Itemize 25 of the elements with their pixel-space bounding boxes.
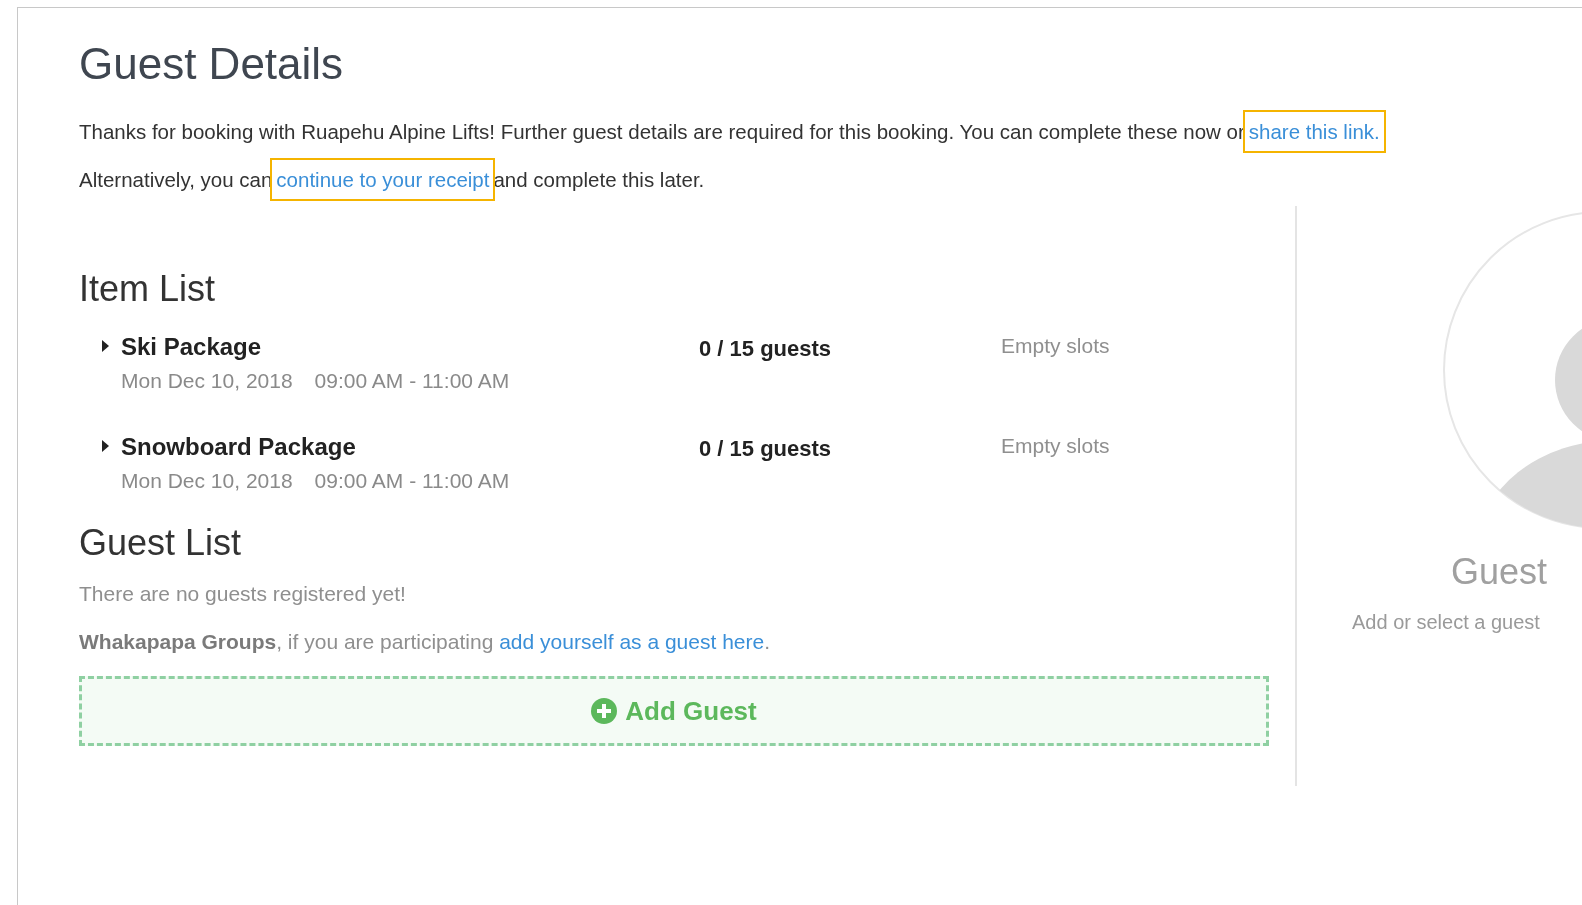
intro-paragraph: Thanks for booking with Ruapehu Alpine Lifts! Further guest details are required for this booking. You can complete these now or share this link. xyxy=(79,108,1582,156)
guest-count: 0 / 15 guests xyxy=(699,435,833,463)
caret-right-icon[interactable] xyxy=(101,440,110,452)
item-name[interactable]: Ski Package xyxy=(121,330,699,364)
page-title: Guest Details xyxy=(79,38,345,90)
slot-status: Empty slots xyxy=(1001,433,1111,459)
item-time: 09:00 AM - 11:00 AM xyxy=(314,468,510,494)
panel-heading: Guest xyxy=(1451,551,1548,593)
guest-count: 0 / 15 guests xyxy=(699,335,833,363)
link[interactable]: add yourself as a guest here xyxy=(499,630,765,653)
section-heading: Guest List xyxy=(79,521,243,565)
slot-status: Empty slots xyxy=(1001,333,1111,359)
link[interactable]: share this link. xyxy=(1244,112,1384,151)
section-heading: Item List xyxy=(79,267,217,311)
item-name[interactable]: Snowboard Package xyxy=(121,430,699,464)
item-date: Mon Dec 10, 2018 xyxy=(121,468,293,494)
caret-right-icon[interactable] xyxy=(101,340,110,352)
plus-circle-icon xyxy=(591,698,618,724)
group-note: Whakapapa Groups, if you are participating add yourself as a guest here. xyxy=(79,629,771,655)
item-date: Mon Dec 10, 2018 xyxy=(121,368,293,394)
link[interactable]: continue to your receipt xyxy=(272,160,494,199)
add-guest-button[interactable]: Add Guest xyxy=(79,676,1269,746)
empty-message: There are no guests registered yet! xyxy=(79,581,407,607)
item-time: 09:00 AM - 11:00 AM xyxy=(314,368,510,394)
panel-hint: Add or select a guest xyxy=(1352,611,1540,634)
